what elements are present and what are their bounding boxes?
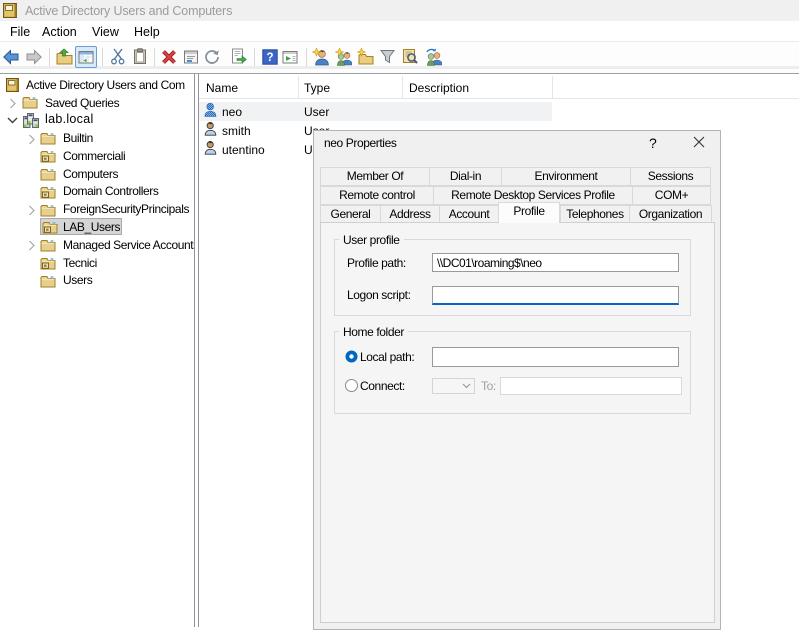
svg-text:?: ?: [266, 52, 273, 64]
